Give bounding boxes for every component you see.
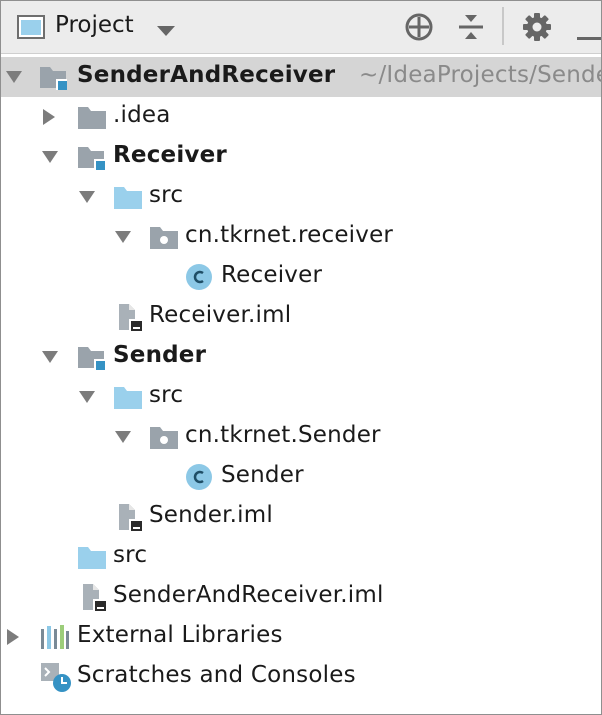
file-label: Receiver.iml bbox=[149, 302, 292, 328]
expand-arrow-icon[interactable] bbox=[41, 349, 59, 368]
expand-arrow-icon[interactable] bbox=[78, 389, 96, 408]
tree-row-root-iml[interactable]: SenderAndReceiver.iml bbox=[1, 577, 601, 617]
collapse-arrow-icon[interactable] bbox=[6, 628, 20, 650]
folder-label: src bbox=[113, 542, 148, 568]
tree-row-sender-iml[interactable]: Sender.iml bbox=[1, 497, 601, 537]
module-label: Receiver bbox=[113, 142, 227, 168]
iml-file-icon bbox=[115, 302, 145, 336]
toolbar-divider bbox=[502, 7, 504, 45]
class-label: Receiver bbox=[221, 262, 323, 288]
package-icon bbox=[149, 425, 179, 455]
module-folder-icon bbox=[39, 65, 69, 95]
tree-row-receiver-src[interactable]: src bbox=[1, 177, 601, 217]
expand-arrow-icon[interactable] bbox=[114, 429, 132, 448]
iml-file-icon bbox=[79, 582, 109, 616]
source-folder-icon bbox=[113, 185, 143, 215]
module-folder-icon bbox=[77, 145, 107, 175]
scratches-icon bbox=[39, 661, 73, 697]
folder-icon bbox=[77, 105, 107, 135]
scratches-label: Scratches and Consoles bbox=[77, 662, 356, 688]
tree-row-sender-module[interactable]: Sender bbox=[1, 337, 601, 377]
project-toolbar: Project bbox=[1, 1, 601, 54]
root-module-path: ~/IdeaProjects/SenderAndReceiver bbox=[359, 62, 601, 88]
module-label: Sender bbox=[113, 342, 207, 368]
file-label: SenderAndReceiver.iml bbox=[113, 582, 384, 608]
java-class-icon bbox=[185, 263, 213, 295]
expand-arrow-icon[interactable] bbox=[41, 149, 59, 168]
project-tool-window: Project SenderAndReceiver ~/IdeaProjects… bbox=[0, 0, 602, 715]
package-label: cn.tkrnet.Sender bbox=[185, 422, 381, 448]
source-folder-icon bbox=[77, 545, 107, 575]
tree-row-receiver-package[interactable]: cn.tkrnet.receiver bbox=[1, 217, 601, 257]
tree-row-sender-class[interactable]: Sender bbox=[1, 457, 601, 497]
module-folder-icon bbox=[77, 345, 107, 375]
package-icon bbox=[149, 225, 179, 255]
tree-row-root-src[interactable]: src bbox=[1, 537, 601, 577]
collapse-all-icon[interactable] bbox=[458, 12, 484, 46]
tree-row-scratches[interactable]: Scratches and Consoles bbox=[1, 657, 601, 697]
file-label: Sender.iml bbox=[149, 502, 273, 528]
java-class-icon bbox=[185, 463, 213, 495]
tree-row-idea[interactable]: .idea bbox=[1, 97, 601, 137]
locate-icon[interactable] bbox=[404, 12, 434, 46]
libraries-icon bbox=[40, 623, 70, 655]
project-view-icon[interactable] bbox=[17, 15, 45, 43]
project-view-selector[interactable]: Project bbox=[55, 12, 134, 38]
tree-row-root[interactable]: SenderAndReceiver ~/IdeaProjects/SenderA… bbox=[1, 57, 601, 97]
tree-row-receiver-class[interactable]: Receiver bbox=[1, 257, 601, 297]
external-libraries-label: External Libraries bbox=[77, 622, 283, 648]
iml-file-icon bbox=[115, 502, 145, 536]
tree-row-sender-package[interactable]: cn.tkrnet.Sender bbox=[1, 417, 601, 457]
source-folder-icon bbox=[113, 385, 143, 415]
gear-icon[interactable] bbox=[522, 12, 552, 46]
folder-label: src bbox=[149, 182, 184, 208]
expand-arrow-icon[interactable] bbox=[114, 229, 132, 248]
expand-arrow-icon[interactable] bbox=[78, 189, 96, 208]
folder-label: src bbox=[149, 382, 184, 408]
folder-label: .idea bbox=[113, 102, 171, 128]
root-module-label: SenderAndReceiver bbox=[77, 62, 336, 88]
hide-icon[interactable] bbox=[577, 26, 601, 45]
package-label: cn.tkrnet.receiver bbox=[185, 222, 394, 248]
expand-arrow-icon[interactable] bbox=[5, 69, 23, 88]
tree-row-sender-src[interactable]: src bbox=[1, 377, 601, 417]
tree-row-receiver-iml[interactable]: Receiver.iml bbox=[1, 297, 601, 337]
tree-row-external-libraries[interactable]: External Libraries bbox=[1, 617, 601, 657]
collapse-arrow-icon[interactable] bbox=[42, 108, 56, 130]
class-label: Sender bbox=[221, 462, 304, 488]
dropdown-icon[interactable] bbox=[156, 22, 176, 41]
tree-row-receiver-module[interactable]: Receiver bbox=[1, 137, 601, 177]
